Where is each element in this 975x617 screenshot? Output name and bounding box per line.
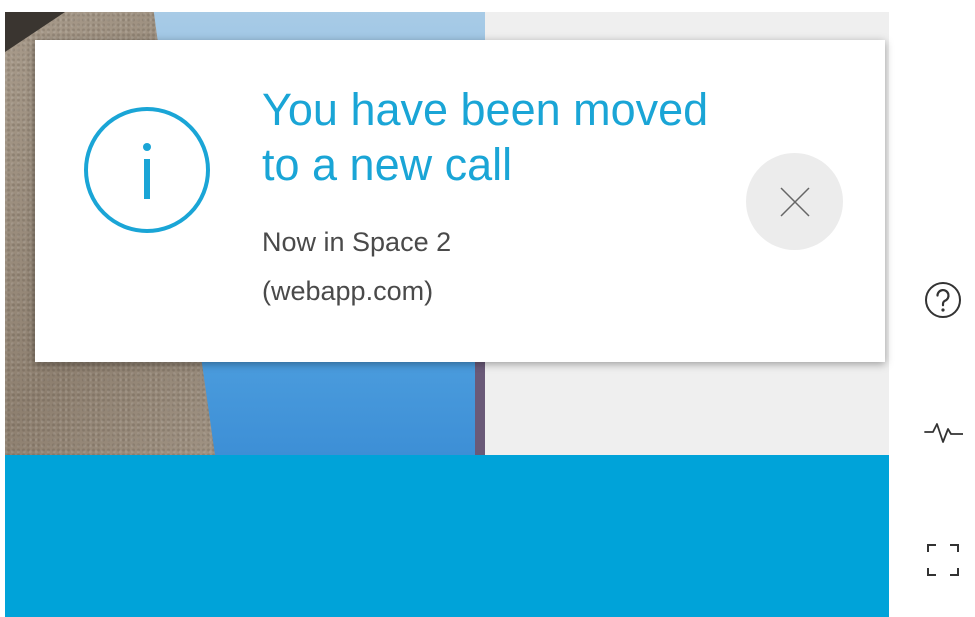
side-controls [900, 0, 975, 617]
activity-icon[interactable] [923, 412, 963, 452]
move-notification: You have been moved to a new call Now in… [35, 40, 885, 362]
fullscreen-icon[interactable] [923, 540, 963, 580]
help-icon[interactable] [923, 280, 963, 320]
notification-title: You have been moved to a new call [262, 84, 709, 190]
notification-subtitle: Now in Space 2 (webapp.com) [262, 218, 732, 316]
close-icon [779, 186, 810, 217]
info-icon [82, 105, 212, 235]
notification-space-name: Now in Space 2 [262, 227, 452, 257]
close-button[interactable] [746, 153, 843, 250]
call-controls-bar [5, 455, 889, 617]
notification-space-domain: (webapp.com) [262, 276, 434, 306]
call-window: You have been moved to a new call Now in… [0, 0, 975, 617]
